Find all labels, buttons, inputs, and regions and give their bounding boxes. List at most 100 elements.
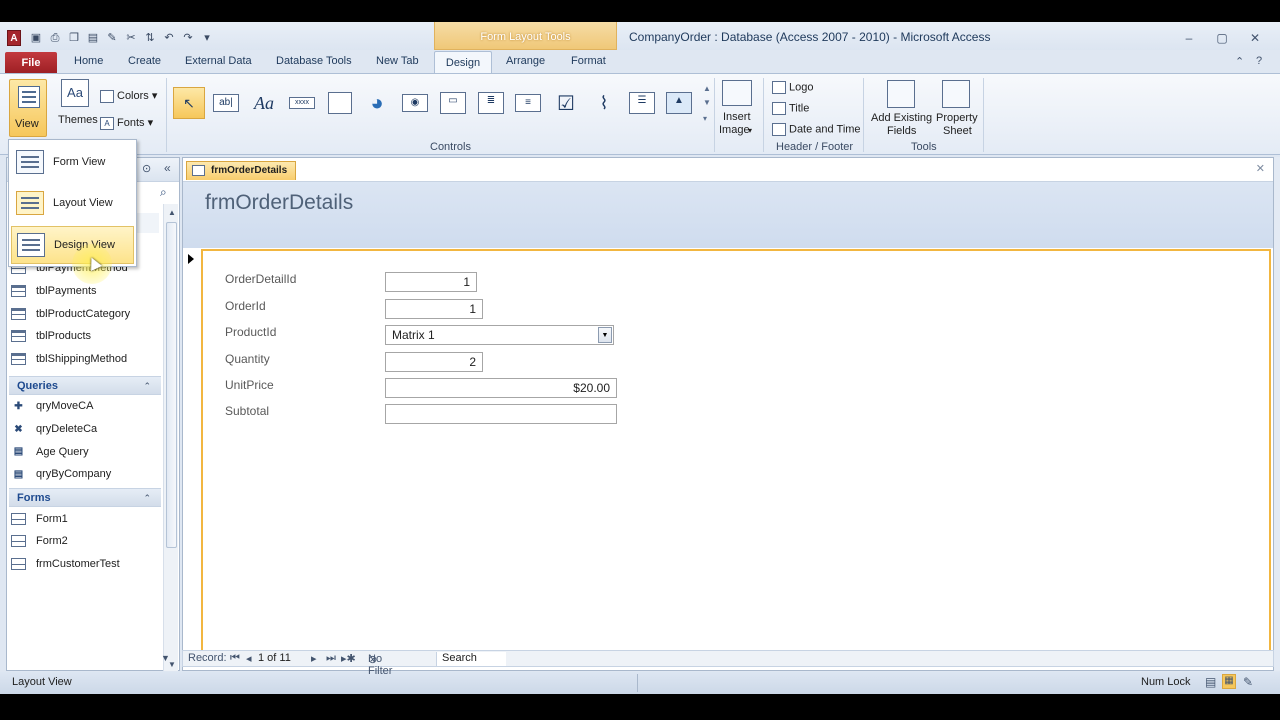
controls-scroll-down-icon[interactable]: ▼ [703, 98, 711, 107]
sort-icon[interactable]: ⇅ [142, 30, 158, 46]
nav-item-query[interactable]: ✚ qryMoveCA [11, 396, 159, 416]
property-sheet-label-2[interactable]: Sheet [943, 125, 972, 137]
print-icon[interactable]: ⎙ [47, 30, 63, 46]
field-quantity[interactable]: 2 [385, 352, 483, 372]
form-view-status-icon[interactable]: ▤ [1205, 675, 1216, 689]
cut-icon[interactable]: ✂ [123, 30, 139, 46]
logo-button[interactable]: Logo [772, 81, 813, 94]
nav-item-table[interactable]: tblShippingMethod [11, 349, 159, 369]
nav-item-table[interactable]: tblProducts [11, 326, 159, 346]
minimize-icon[interactable]: – [1178, 30, 1200, 46]
tab-design[interactable]: Design [434, 51, 492, 75]
insert-image-label-1[interactable]: Insert [723, 111, 751, 123]
nav-section-forms[interactable]: Forms ⌃ [9, 487, 161, 507]
insert-image-icon[interactable] [722, 80, 752, 106]
attachment-tool[interactable]: ⌇ [588, 87, 620, 119]
record-search-input[interactable]: Search [436, 652, 506, 666]
nav-item-table[interactable]: tblPayments [11, 281, 159, 301]
collapse-section-icon[interactable]: ⌃ [143, 377, 151, 395]
title-button[interactable]: Title [772, 102, 809, 115]
property-sheet-icon[interactable] [942, 80, 970, 108]
nav-scrollbar[interactable]: ▲ ▼ [163, 204, 178, 671]
textbox-tool[interactable]: ab| [210, 87, 242, 119]
collapse-section-icon[interactable]: ⌃ [143, 489, 151, 507]
property-sheet-label-1[interactable]: Property [936, 112, 978, 124]
layout-view-status-icon[interactable]: ▦ [1222, 674, 1236, 689]
last-record-icon[interactable]: ⏭ [326, 652, 336, 665]
tab-database-tools[interactable]: Database Tools [276, 55, 352, 67]
chevron-down-icon[interactable]: ▼ [598, 327, 612, 343]
close-document-icon[interactable]: ✕ [1256, 162, 1265, 175]
nav-item-form[interactable]: frmCustomerTest [11, 554, 159, 574]
tab-file[interactable]: File [5, 52, 57, 74]
insert-image-label-2[interactable]: Image [719, 124, 750, 136]
tab-arrange[interactable]: Arrange [506, 55, 545, 67]
close-icon[interactable]: ✕ [1244, 30, 1266, 46]
web-browser-tool[interactable]: ◉ [399, 87, 431, 119]
tab-home[interactable]: Home [74, 55, 103, 67]
first-record-icon[interactable]: ⏮ [230, 652, 240, 665]
minimize-ribbon-icon[interactable]: ⌃ [1235, 55, 1244, 68]
redo-icon[interactable]: ↷ [180, 30, 196, 46]
list-box-tool[interactable]: ☰ [626, 87, 658, 119]
collapse-pane-icon[interactable]: « [164, 161, 171, 175]
nav-item-query[interactable]: ▤ Age Query [11, 442, 159, 462]
themes-icon[interactable]: Aa [61, 79, 89, 107]
themes-label[interactable]: Themes [58, 114, 98, 126]
tab-format[interactable]: Format [571, 55, 606, 67]
menu-item-form-view[interactable]: Form View [11, 143, 134, 181]
tab-control-tool[interactable] [324, 87, 356, 119]
paste-icon[interactable]: ▤ [85, 30, 101, 46]
document-tab-frmOrderDetails[interactable]: frmOrderDetails [186, 161, 296, 180]
insert-page-break-tool[interactable]: ≡ [512, 87, 544, 119]
save-icon[interactable]: ▣ [28, 30, 44, 46]
record-selector-icon[interactable] [188, 254, 194, 264]
field-orderdetailid[interactable]: 1 [385, 272, 477, 292]
field-orderid[interactable]: 1 [385, 299, 483, 319]
field-subtotal[interactable] [385, 404, 617, 424]
help-icon[interactable]: ? [1256, 55, 1262, 67]
customize-qat-icon[interactable]: ▾ [199, 30, 215, 46]
new-record-icon[interactable]: ▸✱ [341, 652, 356, 665]
nav-item-table[interactable]: tblProductCategory [11, 304, 159, 324]
record-position[interactable]: 1 of 11 [258, 652, 291, 664]
fonts-button[interactable]: A Fonts ▾ [100, 116, 153, 130]
add-fields-label-1[interactable]: Add Existing [871, 112, 932, 124]
previous-record-icon[interactable]: ◂ [246, 652, 252, 665]
next-record-icon[interactable]: ▸ [311, 652, 317, 665]
option-group-tool[interactable]: ≣ [475, 87, 507, 119]
field-unitprice[interactable]: $20.00 [385, 378, 617, 398]
select-tool[interactable]: ↖ [173, 87, 205, 119]
view-button[interactable]: View [9, 79, 47, 137]
colors-button[interactable]: Colors ▾ [100, 89, 157, 103]
copy-icon[interactable]: ❐ [66, 30, 82, 46]
controls-more-icon[interactable]: ▾ [703, 114, 707, 123]
nav-item-form[interactable]: Form1 [11, 509, 159, 529]
controls-scroll-up-icon[interactable]: ▲ [703, 84, 711, 93]
navigation-tool[interactable]: ▭ [437, 87, 469, 119]
nav-section-queries[interactable]: Queries ⌃ [9, 376, 161, 396]
nav-item-form[interactable]: Form2 [11, 531, 159, 551]
format-painter-icon[interactable]: ✎ [104, 30, 120, 46]
nav-item-query[interactable]: ✖ qryDeleteCa [11, 419, 159, 439]
checkbox-tool[interactable]: ☑ [550, 87, 582, 119]
add-fields-label-2[interactable]: Fields [887, 125, 916, 137]
design-view-status-icon[interactable]: ✎ [1243, 675, 1253, 689]
menu-item-layout-view[interactable]: Layout View [11, 184, 134, 222]
add-existing-fields-icon[interactable] [887, 80, 915, 108]
maximize-icon[interactable]: ▢ [1211, 30, 1233, 46]
hyperlink-tool[interactable]: ◕ [361, 87, 393, 119]
label-tool[interactable]: Aa [248, 87, 280, 119]
nav-scroll-thumb[interactable] [166, 222, 177, 548]
tab-new-tab[interactable]: New Tab [376, 55, 419, 67]
button-tool[interactable]: xxxx [286, 87, 318, 119]
nav-bottom-scroll-icon[interactable]: ▼ [161, 653, 170, 663]
nav-item-query[interactable]: ▤ qryByCompany [11, 464, 159, 484]
insert-image-dropdown-icon[interactable]: ▾ [748, 126, 752, 135]
scroll-up-icon[interactable]: ▲ [168, 208, 176, 217]
image-tool[interactable]: ▲ [663, 87, 695, 119]
field-productid-combo[interactable]: Matrix 1 ▼ [385, 325, 614, 345]
search-icon[interactable]: ⌕ [160, 185, 167, 200]
date-time-button[interactable]: Date and Time [772, 123, 861, 136]
tab-external-data[interactable]: External Data [185, 55, 252, 67]
